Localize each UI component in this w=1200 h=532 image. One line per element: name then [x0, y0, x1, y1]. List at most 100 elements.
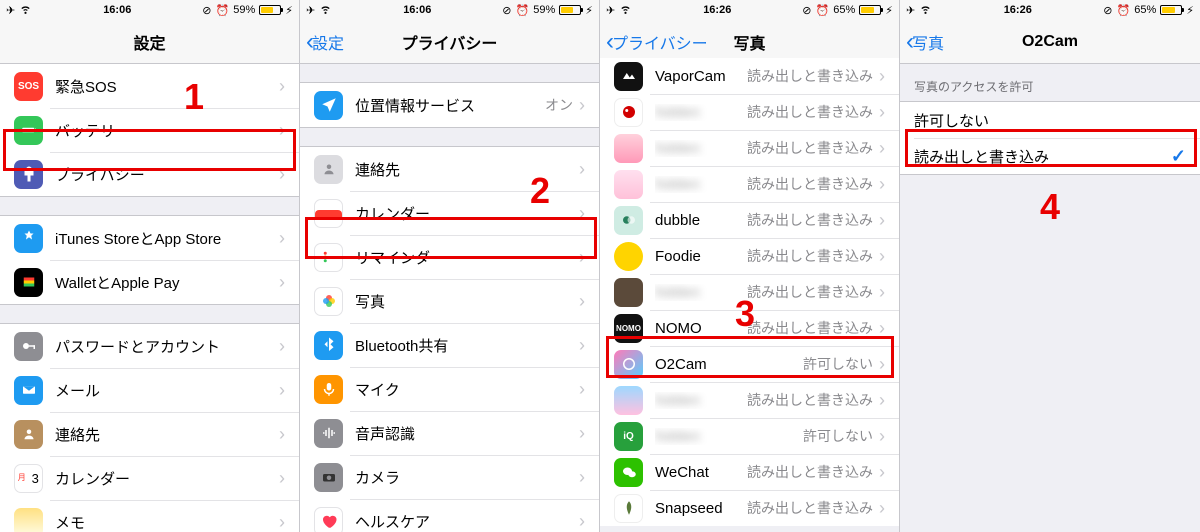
- app-row[interactable]: hidden読み出しと書き込み›: [600, 382, 899, 418]
- battery-icon: [259, 5, 281, 15]
- settings-group: パスワードとアカウント › メール › 連絡先 › 月3 カレンダー ›: [0, 323, 299, 532]
- status-bar: ✈︎ 16:06 ⊘⏰59%⚡︎: [300, 0, 599, 20]
- app-icon: NOMO: [614, 314, 643, 343]
- app-row[interactable]: hidden読み出しと書き込み›: [600, 130, 899, 166]
- wifi-icon: [919, 2, 932, 18]
- chevron-right-icon: ›: [879, 318, 885, 339]
- nav-bar: 設定: [0, 20, 299, 64]
- phone-pane-3: ✈︎ 16:26 ⊘⏰65%⚡︎ ‹プライバシー 写真 VaporCam読み出し…: [600, 0, 900, 532]
- charging-icon: ⚡︎: [1186, 4, 1194, 17]
- wallet-icon: [14, 268, 43, 297]
- airplane-icon: ✈︎: [906, 4, 915, 17]
- chevron-right-icon: ›: [279, 336, 285, 357]
- settings-group: VaporCam読み出しと書き込み› hidden読み出しと書き込み› hidd…: [600, 58, 899, 526]
- row-bluetooth[interactable]: Bluetooth共有›: [300, 323, 599, 367]
- row-wallet[interactable]: WalletとApple Pay ›: [0, 260, 299, 304]
- row-location[interactable]: 位置情報サービス オン ›: [300, 83, 599, 127]
- chevron-right-icon: ›: [579, 247, 585, 268]
- orientation-lock-icon: ⊘: [502, 4, 511, 17]
- photo-permission-options: 写真のアクセスを許可 許可しない 読み出しと書き込み ✓: [900, 64, 1200, 532]
- settings-group: iTunes StoreとApp Store › WalletとApple Pa…: [0, 215, 299, 305]
- row-mail[interactable]: メール ›: [0, 368, 299, 412]
- app-icon: [614, 170, 643, 199]
- settings-list: SOS 緊急SOS › バッテリー › プライバシー ›: [0, 64, 299, 532]
- row-health[interactable]: ヘルスケア›: [300, 499, 599, 532]
- speech-icon: [314, 419, 343, 448]
- battery-pct: 59%: [533, 4, 555, 16]
- app-row[interactable]: hidden読み出しと書き込み›: [600, 166, 899, 202]
- section-header: 写真のアクセスを許可: [900, 64, 1200, 101]
- row-privacy[interactable]: プライバシー ›: [0, 152, 299, 196]
- phone-pane-1: ✈︎ 16:06 ⊘ ⏰ 59% ⚡︎ 設定 SOS: [0, 0, 300, 532]
- battery-icon: [1160, 5, 1182, 15]
- chevron-right-icon: ›: [579, 291, 585, 312]
- chevron-right-icon: ›: [579, 379, 585, 400]
- chevron-right-icon: ›: [579, 95, 585, 116]
- row-sos[interactable]: SOS 緊急SOS ›: [0, 64, 299, 108]
- status-time: 16:06: [403, 4, 431, 16]
- alarm-icon: ⏰: [816, 4, 830, 17]
- chevron-right-icon: ›: [879, 282, 885, 303]
- nav-back-button[interactable]: ‹プライバシー: [606, 30, 708, 54]
- chevron-right-icon: ›: [579, 159, 585, 180]
- chevron-right-icon: ›: [579, 467, 585, 488]
- status-bar: ✈︎ 16:26 ⊘⏰65%⚡︎: [900, 0, 1200, 20]
- row-calendar[interactable]: 月3 カレンダー ›: [0, 456, 299, 500]
- app-icon: [614, 386, 643, 415]
- app-row-o2cam[interactable]: O2Cam許可しない›: [600, 346, 899, 382]
- option-deny[interactable]: 許可しない: [900, 102, 1200, 138]
- chevron-right-icon: ›: [879, 246, 885, 267]
- photos-icon: [314, 287, 343, 316]
- app-icon: [614, 494, 643, 523]
- chevron-right-icon: ›: [279, 424, 285, 445]
- settings-group: 許可しない 読み出しと書き込み ✓: [900, 101, 1200, 175]
- row-reminders[interactable]: リマインダー›: [300, 235, 599, 279]
- app-row-foodie[interactable]: Foodie読み出しと書き込み›: [600, 238, 899, 274]
- app-row[interactable]: hidden読み出しと書き込み›: [600, 94, 899, 130]
- battery-pct: 65%: [1134, 4, 1156, 16]
- app-row-iqiyi[interactable]: iQhidden許可しない›: [600, 418, 899, 454]
- chevron-right-icon: ›: [579, 335, 585, 356]
- row-contacts[interactable]: 連絡先 ›: [0, 412, 299, 456]
- settings-group: 連絡先› カレンダー› リマインダー› 写真› Bluetooth共有› マイク…: [300, 146, 599, 532]
- status-time: 16:26: [703, 4, 731, 16]
- row-passwords[interactable]: パスワードとアカウント ›: [0, 324, 299, 368]
- row-calendar[interactable]: カレンダー›: [300, 191, 599, 235]
- battery-pct: 65%: [833, 4, 855, 16]
- app-row-wechat[interactable]: WeChat読み出しと書き込み›: [600, 454, 899, 490]
- airplane-icon: ✈︎: [606, 4, 615, 17]
- row-appstore[interactable]: iTunes StoreとApp Store ›: [0, 216, 299, 260]
- app-icon: [614, 62, 643, 91]
- nav-back-button[interactable]: ‹設定: [306, 30, 344, 54]
- row-camera[interactable]: カメラ›: [300, 455, 599, 499]
- row-mic[interactable]: マイク›: [300, 367, 599, 411]
- appstore-icon: [14, 224, 43, 253]
- row-speech[interactable]: 音声認識›: [300, 411, 599, 455]
- status-time: 16:06: [103, 4, 131, 16]
- chevron-right-icon: ›: [879, 102, 885, 123]
- chevron-right-icon: ›: [879, 138, 885, 159]
- bluetooth-icon: [314, 331, 343, 360]
- app-icon: [614, 98, 643, 127]
- app-row-vaporcam[interactable]: VaporCam読み出しと書き込み›: [600, 58, 899, 94]
- status-bar: ✈︎ 16:06 ⊘ ⏰ 59% ⚡︎: [0, 0, 299, 20]
- app-icon: [614, 278, 643, 307]
- sos-icon: SOS: [14, 72, 43, 101]
- option-readwrite[interactable]: 読み出しと書き込み ✓: [900, 138, 1200, 174]
- chevron-right-icon: ›: [279, 380, 285, 401]
- alarm-icon: ⏰: [516, 4, 530, 17]
- tutorial-4pane: ✈︎ 16:06 ⊘ ⏰ 59% ⚡︎ 設定 SOS: [0, 0, 1200, 532]
- app-row-snapseed[interactable]: Snapseed読み出しと書き込み›: [600, 490, 899, 526]
- battery-icon: [559, 5, 581, 15]
- app-icon: [614, 134, 643, 163]
- status-bar: ✈︎ 16:26 ⊘⏰65%⚡︎: [600, 0, 899, 20]
- nav-back-button[interactable]: ‹写真: [906, 30, 944, 54]
- charging-icon: ⚡︎: [585, 4, 593, 17]
- row-battery[interactable]: バッテリー ›: [0, 108, 299, 152]
- app-row-dubble[interactable]: dubble読み出しと書き込み›: [600, 202, 899, 238]
- row-notes[interactable]: メモ ›: [0, 500, 299, 532]
- row-photos[interactable]: 写真›: [300, 279, 599, 323]
- row-contacts[interactable]: 連絡先›: [300, 147, 599, 191]
- phone-pane-4: ✈︎ 16:26 ⊘⏰65%⚡︎ ‹写真 O2Cam 写真のアクセスを許可 許可…: [900, 0, 1200, 532]
- chevron-right-icon: ›: [279, 468, 285, 489]
